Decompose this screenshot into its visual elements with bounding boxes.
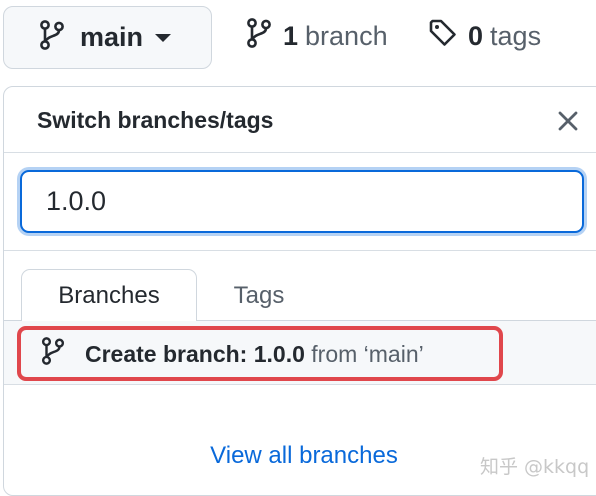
watermark: 知乎 @kkqq bbox=[480, 456, 590, 478]
ref-tabs: Branches Tags bbox=[4, 251, 596, 322]
tag-count: 0 bbox=[468, 21, 484, 51]
create-branch-prefix: Create branch: bbox=[85, 341, 254, 367]
tag-icon bbox=[428, 18, 458, 55]
branch-count: 1 bbox=[283, 21, 299, 51]
close-icon[interactable] bbox=[554, 107, 582, 135]
tab-branches[interactable]: Branches bbox=[21, 269, 197, 322]
git-branch-icon bbox=[38, 20, 66, 55]
branches-count-link[interactable]: 1 branch bbox=[245, 18, 388, 55]
filter-section bbox=[4, 153, 596, 251]
current-branch-label: main bbox=[80, 22, 144, 52]
dropdown-title: Switch branches/tags bbox=[37, 107, 274, 133]
new-branch-name: 1.0.0 bbox=[253, 341, 305, 367]
repo-toolbar: main 1 branch 0 tags bbox=[0, 0, 596, 78]
create-branch-item[interactable]: Create branch: 1.0.0 from ‘main’ bbox=[4, 321, 596, 385]
tag-word: tags bbox=[490, 21, 542, 51]
git-branch-icon bbox=[40, 337, 66, 370]
chevron-down-icon bbox=[155, 33, 172, 42]
dropdown-header: Switch branches/tags bbox=[4, 87, 596, 153]
branch-filter-input[interactable] bbox=[20, 170, 584, 233]
branch-switcher-dropdown: Switch branches/tags Branches Tags Creat… bbox=[3, 86, 596, 496]
create-branch-text: Create branch: 1.0.0 from ‘main’ bbox=[85, 341, 424, 368]
branch-select-button[interactable]: main bbox=[3, 6, 212, 69]
branch-word: branch bbox=[305, 21, 388, 51]
git-branch-icon bbox=[245, 18, 273, 55]
source-branch-text: from ‘main’ bbox=[304, 341, 424, 367]
tags-count-link[interactable]: 0 tags bbox=[428, 18, 541, 55]
tab-tags[interactable]: Tags bbox=[204, 269, 314, 322]
